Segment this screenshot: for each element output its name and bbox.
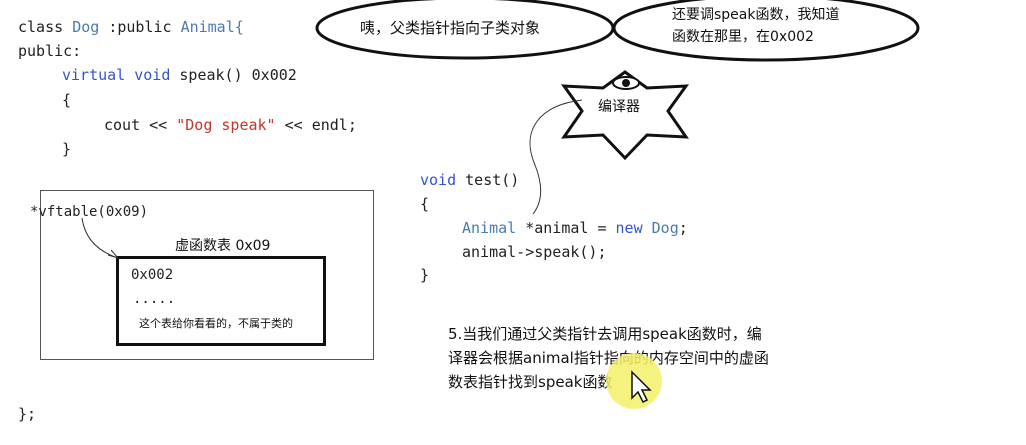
bubble-right-line-1: 还要调speak函数，我知道 (672, 7, 840, 23)
eye-pupil (622, 79, 630, 87)
diagram-canvas: class Dog :public Animal{ public: virtua… (0, 0, 1026, 445)
bubble-right-line-2: 函数在那里，在0x002 (672, 29, 814, 45)
annotation-layer (81, 0, 920, 409)
compiler-label: 编译器 (598, 99, 640, 115)
bubble-left-text: 咦，父类指针指向子类对象 (360, 19, 541, 37)
bubble-right-text: 还要调speak函数，我知道 函数在那里，在0x002 (672, 4, 839, 48)
connector-curve (529, 99, 583, 215)
vftable-arrowhead (107, 249, 119, 259)
